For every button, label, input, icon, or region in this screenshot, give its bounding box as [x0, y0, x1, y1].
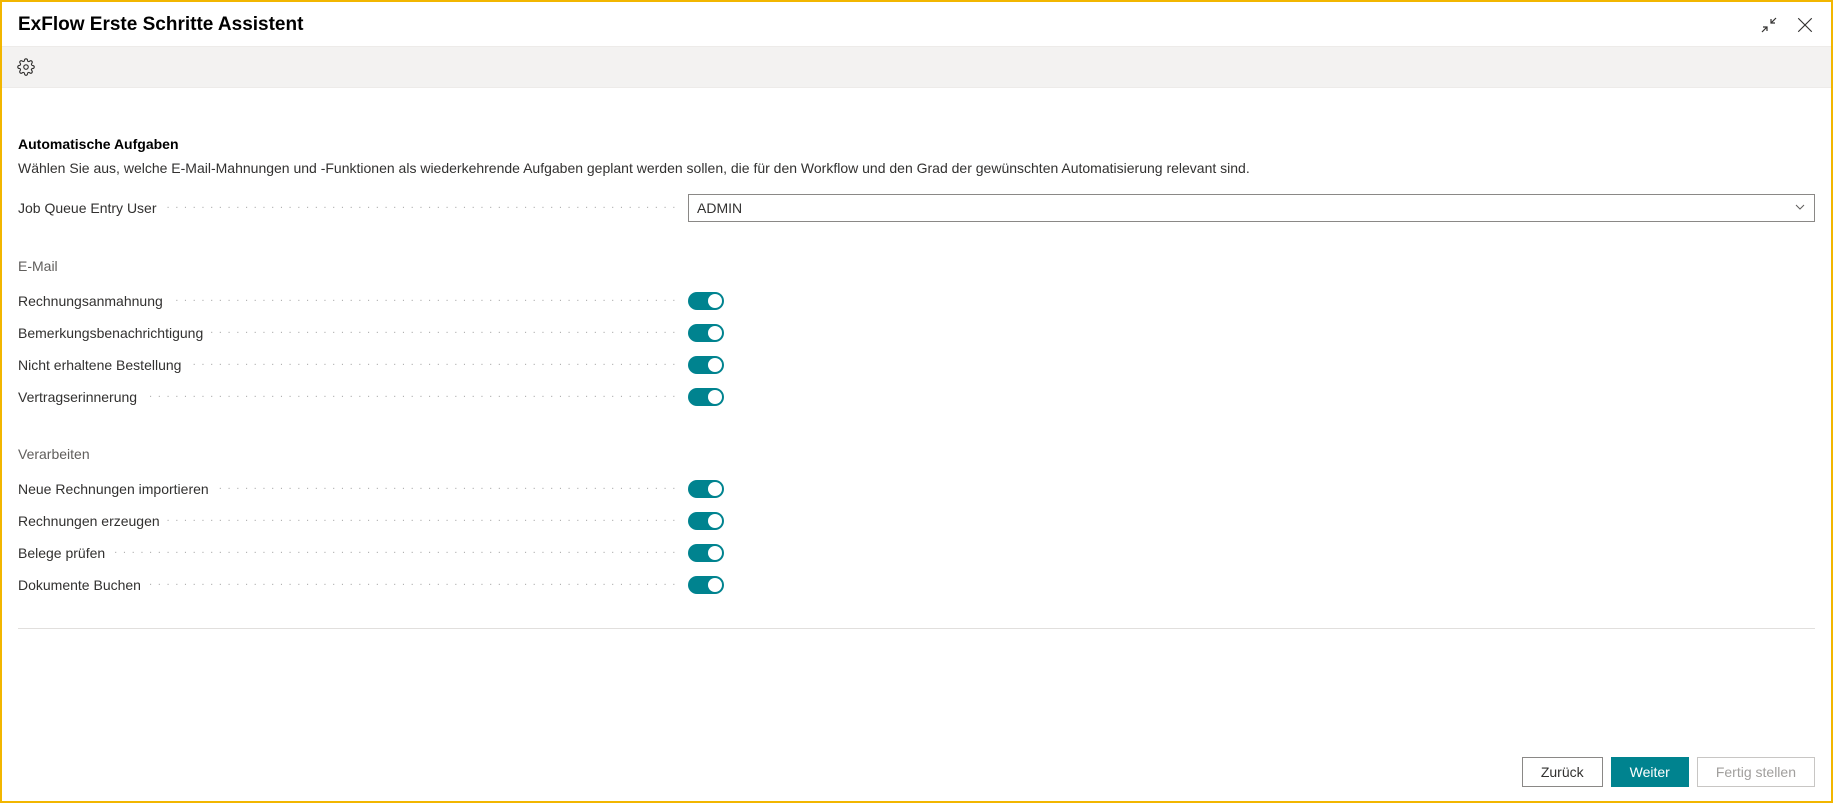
process-heading: Verarbeiten — [18, 446, 1815, 462]
gear-icon[interactable] — [12, 53, 40, 81]
toggle-buchen[interactable] — [688, 576, 724, 594]
toggle-erzeugen[interactable] — [688, 512, 724, 530]
chevron-down-icon — [1794, 200, 1806, 216]
toggle-label: Rechnungen erzeugen — [18, 513, 166, 529]
next-button[interactable]: Weiter — [1611, 757, 1689, 787]
job-queue-value: ADMIN — [697, 200, 742, 216]
titlebar-actions — [1759, 15, 1815, 35]
job-queue-label: Job Queue Entry User — [18, 200, 163, 216]
field-label-wrap: Job Queue Entry User — [18, 200, 688, 216]
toggle-vertrag[interactable] — [688, 388, 724, 406]
job-queue-row: Job Queue Entry User ADMIN — [18, 194, 1815, 222]
toggle-import[interactable] — [688, 480, 724, 498]
toggle-label: Vertragserinnerung — [18, 389, 143, 405]
toggle-row-import: Neue Rechnungen importieren — [18, 480, 1815, 498]
titlebar: ExFlow Erste Schritte Assistent — [2, 2, 1831, 46]
toggle-row-pruefen: Belege prüfen — [18, 544, 1815, 562]
toggle-label: Nicht erhaltene Bestellung — [18, 357, 187, 373]
section-title: Automatische Aufgaben — [18, 136, 1815, 152]
content-area: Automatische Aufgaben Wählen Sie aus, we… — [2, 88, 1831, 745]
toggle-label: Rechnungsanmahnung — [18, 293, 169, 309]
toolbar — [2, 46, 1831, 88]
back-button[interactable]: Zurück — [1522, 757, 1603, 787]
toggle-bemerkung[interactable] — [688, 324, 724, 342]
toggle-row-erzeugen: Rechnungen erzeugen — [18, 512, 1815, 530]
collapse-icon[interactable] — [1759, 15, 1779, 35]
toggle-label: Neue Rechnungen importieren — [18, 481, 215, 497]
window-title: ExFlow Erste Schritte Assistent — [18, 14, 303, 36]
toggle-label: Belege prüfen — [18, 545, 111, 561]
toggle-row-bemerkung: Bemerkungsbenachrichtigung — [18, 324, 1815, 342]
toggle-row-vertrag: Vertragserinnerung — [18, 388, 1815, 406]
close-icon[interactable] — [1795, 15, 1815, 35]
toggle-nicht-erhalten[interactable] — [688, 356, 724, 374]
toggle-rechnungsanmahnung[interactable] — [688, 292, 724, 310]
footer: Zurück Weiter Fertig stellen — [2, 745, 1831, 801]
toggle-label: Bemerkungsbenachrichtigung — [18, 325, 209, 341]
assistant-window: ExFlow Erste Schritte Assistent — [0, 0, 1833, 803]
toggle-pruefen[interactable] — [688, 544, 724, 562]
section-description: Wählen Sie aus, welche E-Mail-Mahnungen … — [18, 160, 1815, 176]
field-control: ADMIN — [688, 194, 1815, 222]
job-queue-select[interactable]: ADMIN — [688, 194, 1815, 222]
toggle-row-rechnungsanmahnung: Rechnungsanmahnung — [18, 292, 1815, 310]
toggle-row-nicht-erhalten: Nicht erhaltene Bestellung — [18, 356, 1815, 374]
finish-button: Fertig stellen — [1697, 757, 1815, 787]
footer-separator — [18, 628, 1815, 629]
toggle-label: Dokumente Buchen — [18, 577, 147, 593]
email-heading: E-Mail — [18, 258, 1815, 274]
toggle-row-buchen: Dokumente Buchen — [18, 576, 1815, 594]
